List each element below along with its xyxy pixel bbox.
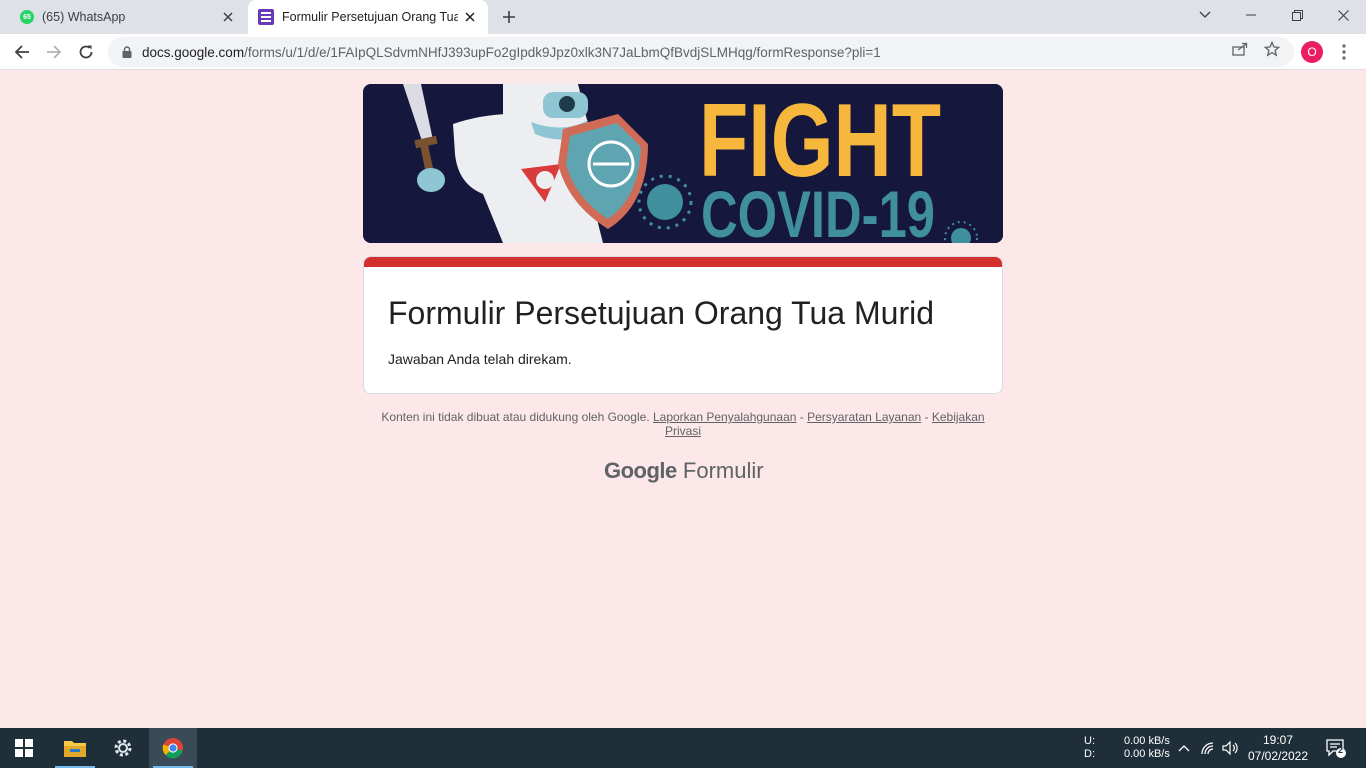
chrome-button[interactable] <box>149 728 197 768</box>
windows-icon <box>15 739 33 757</box>
tab-strip: 65 (65) WhatsApp Formulir Persetujuan Or… <box>0 0 1366 34</box>
tab-whatsapp[interactable]: 65 (65) WhatsApp <box>8 0 246 34</box>
notification-center-button[interactable]: 2 <box>1323 738 1349 758</box>
reload-button[interactable] <box>72 38 100 66</box>
chrome-icon <box>162 738 183 759</box>
show-hidden-icons-button[interactable] <box>1174 738 1194 758</box>
file-explorer-button[interactable] <box>51 728 99 768</box>
restore-button[interactable] <box>1274 0 1320 30</box>
browser-toolbar: docs.google.com/forms/u/1/d/e/1FAIpQLSdv… <box>0 34 1366 70</box>
form-footer: Konten ini tidak dibuat atau didukung ol… <box>381 410 985 438</box>
close-icon[interactable] <box>458 5 482 29</box>
folder-icon <box>64 741 86 757</box>
clock-time: 19:07 <box>1262 733 1294 747</box>
form-accent-stripe <box>364 257 1002 267</box>
minimize-button[interactable] <box>1228 0 1274 30</box>
wifi-icon[interactable] <box>1198 738 1218 758</box>
tab-google-forms[interactable]: Formulir Persetujuan Orang Tua Murid <box>248 0 488 34</box>
forward-button[interactable] <box>40 38 68 66</box>
form-title: Formulir Persetujuan Orang Tua Murid <box>388 295 934 331</box>
address-bar[interactable]: docs.google.com/forms/u/1/d/e/1FAIpQLSdv… <box>108 37 1294 67</box>
confirmation-message: Jawaban Anda telah direkam. <box>388 351 572 367</box>
net-speed-values: 0.00 kB/s 0.00 kB/s <box>1124 735 1170 760</box>
report-abuse-link[interactable]: Laporkan Penyalahgunaan <box>653 410 796 424</box>
net-speed-labels: U: D: <box>1084 735 1095 760</box>
url-text: docs.google.com/forms/u/1/d/e/1FAIpQLSdv… <box>142 44 881 60</box>
tab-title: (65) WhatsApp <box>42 10 126 24</box>
google-forms-logo[interactable]: Google Formulir <box>604 458 764 484</box>
notification-icon <box>1326 739 1346 758</box>
whatsapp-icon: 65 <box>20 10 34 24</box>
form-response-card: Formulir Persetujuan Orang Tua Murid Jaw… <box>363 256 1003 394</box>
notification-count: 2 <box>1338 745 1344 755</box>
menu-icon[interactable] <box>1334 40 1354 64</box>
close-window-button[interactable] <box>1320 0 1366 30</box>
start-button[interactable] <box>0 728 48 768</box>
tab-search-button[interactable] <box>1182 0 1228 30</box>
terms-of-service-link[interactable]: Persyaratan Layanan <box>807 410 921 424</box>
disclaimer-text: Konten ini tidak dibuat atau didukung ol… <box>381 410 650 424</box>
form-header-banner: FIGHT COVID-19 <box>363 84 1003 243</box>
bookmark-star-icon[interactable] <box>1261 38 1283 60</box>
settings-button[interactable] <box>99 728 147 768</box>
back-button[interactable] <box>8 38 36 66</box>
share-icon[interactable] <box>1229 38 1251 60</box>
fight-covid-illustration: FIGHT COVID-19 <box>363 84 1003 243</box>
lock-icon[interactable] <box>120 46 134 58</box>
new-tab-button[interactable] <box>496 5 522 29</box>
close-icon[interactable] <box>216 5 240 29</box>
gear-icon <box>114 739 132 757</box>
banner-covid-text: COVID-19 <box>701 177 935 243</box>
google-forms-icon <box>258 9 274 25</box>
clock-date: 07/02/2022 <box>1247 749 1309 763</box>
volume-icon[interactable] <box>1221 738 1241 758</box>
tab-title: Formulir Persetujuan Orang Tua Murid <box>282 10 458 24</box>
system-clock[interactable]: 19:07 07/02/2022 <box>1242 732 1314 764</box>
profile-avatar[interactable]: O <box>1301 41 1323 63</box>
